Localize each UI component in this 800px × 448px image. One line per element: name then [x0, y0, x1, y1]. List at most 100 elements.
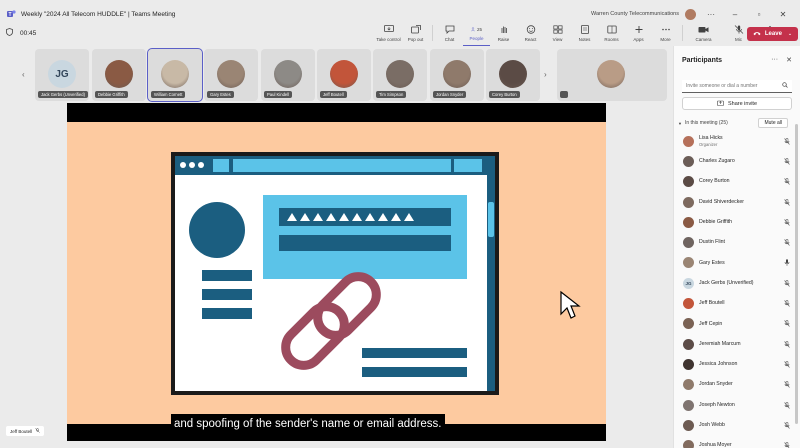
participant-avatar [683, 257, 694, 269]
mic-off-icon[interactable] [783, 157, 791, 165]
mic-off-icon[interactable] [783, 239, 791, 247]
mic-off-icon[interactable] [783, 218, 791, 226]
toolbar-notes-button[interactable]: Notes [571, 20, 598, 46]
mic-off-icon[interactable] [783, 279, 791, 287]
close-panel-icon[interactable]: ✕ [786, 56, 792, 64]
participant-row[interactable]: Lisa Hicks Organizer [674, 131, 800, 151]
mic-off-icon[interactable] [783, 340, 791, 348]
mic-off-icon[interactable] [783, 401, 791, 409]
meeting-timer: 00:45 [6, 28, 36, 38]
participant-name: David Shiverdecker [699, 198, 744, 205]
invite-input[interactable] [686, 83, 782, 89]
toolbar-view-button[interactable]: View [544, 20, 571, 46]
tile-name-label: Jack Gerbs (Unverified) [38, 91, 88, 98]
participant-avatar [683, 196, 694, 208]
toolbar-label: People [469, 36, 484, 41]
mic-off-icon [35, 428, 40, 434]
leave-button[interactable]: Leave ⌄ [747, 27, 798, 41]
participant-row[interactable]: Charles Zugaro [674, 151, 800, 171]
video-tile[interactable]: Jeff Boutell [317, 49, 371, 101]
mic-off-icon[interactable] [783, 320, 791, 328]
leave-label: Leave [764, 31, 782, 37]
search-icon[interactable] [782, 82, 788, 90]
toolbar-more-button[interactable]: More [652, 20, 679, 46]
mic-off-icon[interactable] [783, 360, 791, 368]
video-tile[interactable]: Tim Simpson [373, 49, 427, 101]
notes-icon [579, 25, 590, 35]
camera-icon [698, 25, 709, 35]
mic-off-icon[interactable] [783, 442, 791, 448]
participant-row[interactable]: David Shiverdecker [674, 192, 800, 212]
participant-row[interactable]: Joshua Moyer [674, 435, 800, 448]
participant-row[interactable]: Jeff Boutell [674, 293, 800, 313]
mic-on-icon[interactable] [783, 259, 791, 267]
phone-hangup-icon [753, 31, 761, 38]
toolbar-label: Take control [376, 36, 401, 42]
user-avatar[interactable] [685, 8, 696, 20]
mute-all-button[interactable]: Mute all [758, 118, 788, 128]
participant-row[interactable]: Corey Burton [674, 172, 800, 192]
mic-off-icon[interactable] [783, 381, 791, 389]
chevron-right-icon[interactable]: › [544, 70, 547, 79]
participant-name: Jeremiah Marcum [699, 340, 741, 347]
participant-row[interactable]: Jeff Cepin [674, 314, 800, 334]
toolbar-pop-out-button[interactable]: Pop out [402, 20, 429, 46]
toolbar-chat-button[interactable]: Chat [436, 20, 463, 46]
mic-icon [733, 25, 744, 35]
panel-scrollbar[interactable] [795, 124, 798, 424]
close-window-button[interactable]: ✕ [774, 7, 792, 21]
toolbar-label: More [660, 36, 671, 42]
mic-off-icon[interactable] [783, 198, 791, 206]
participant-name-block: Gary Estes [699, 260, 725, 267]
toolbar-raise-hand-button[interactable]: Raise [490, 20, 517, 46]
mic-off-icon[interactable] [783, 178, 791, 186]
maximize-button[interactable]: ▫ [750, 7, 768, 21]
chevron-down-icon[interactable]: ⌄ [788, 31, 792, 37]
more-options-icon[interactable]: ··· [702, 7, 720, 21]
participant-avatar [217, 60, 245, 88]
invite-field[interactable] [682, 80, 792, 93]
participant-row[interactable]: Gary Estes [674, 253, 800, 273]
toolbar-rooms-button[interactable]: Rooms [598, 20, 625, 46]
tile-name-label: Tim Simpson [376, 91, 407, 98]
participant-row[interactable]: Jordan Snyder [674, 375, 800, 395]
participant-row[interactable]: Debbie Griffith [674, 212, 800, 232]
video-tile[interactable] [557, 49, 667, 101]
tile-name-label: Jeff Boutell [320, 91, 347, 98]
mic-off-icon[interactable] [783, 137, 791, 145]
mic-off-icon[interactable] [783, 421, 791, 429]
participant-row[interactable]: Josh Webb [674, 415, 800, 435]
participant-row[interactable]: JG Jack Gerbs (Unverified) [674, 273, 800, 293]
more-icon[interactable]: ··· [771, 56, 778, 64]
video-tile[interactable]: Jordan Snyder [430, 49, 484, 101]
participant-list: Lisa Hicks Organizer Charles Zugaro Corey B… [674, 131, 800, 448]
video-tile[interactable]: Debbie Griffith [92, 49, 146, 101]
share-invite-button[interactable]: Share invite [682, 97, 792, 110]
toolbar-camera-button[interactable]: Camera [686, 20, 721, 46]
toolbar-take-control-button[interactable]: Take control [375, 20, 402, 46]
chevron-left-icon[interactable]: ‹ [22, 70, 25, 79]
toolbar-people-button[interactable]: 25 People [463, 20, 490, 46]
participant-row[interactable]: Jessica Johnson [674, 354, 800, 374]
rooms-icon [606, 25, 617, 35]
participant-avatar [683, 237, 694, 249]
participant-name-block: Charles Zugaro [699, 158, 735, 165]
presentation-slide: and spoofing of the sender's name or ema… [67, 122, 606, 433]
participant-avatar [683, 135, 694, 147]
toolbar-react-button[interactable]: React [517, 20, 544, 46]
mic-off-icon[interactable] [783, 300, 791, 308]
video-tile[interactable]: William Cornett [147, 48, 203, 102]
participant-row[interactable]: Dustin Flint [674, 232, 800, 252]
chevron-down-icon[interactable]: ▼ [678, 121, 682, 126]
video-tile[interactable]: Gary Estes [204, 49, 258, 101]
in-meeting-section-header[interactable]: ▼ In this meeting (25) Mute all [674, 116, 800, 130]
svg-text:T: T [8, 12, 11, 18]
participant-avatar [683, 298, 694, 310]
video-tile[interactable]: JG Jack Gerbs (Unverified) [35, 49, 89, 101]
video-tile[interactable]: Corey Burton [486, 49, 540, 101]
toolbar-apps-button[interactable]: Apps [625, 20, 652, 46]
minimize-button[interactable]: – [726, 7, 744, 21]
participant-row[interactable]: Joseph Newton [674, 395, 800, 415]
video-tile[interactable]: Paul Kindell [261, 49, 315, 101]
participant-row[interactable]: Jeremiah Marcum [674, 334, 800, 354]
